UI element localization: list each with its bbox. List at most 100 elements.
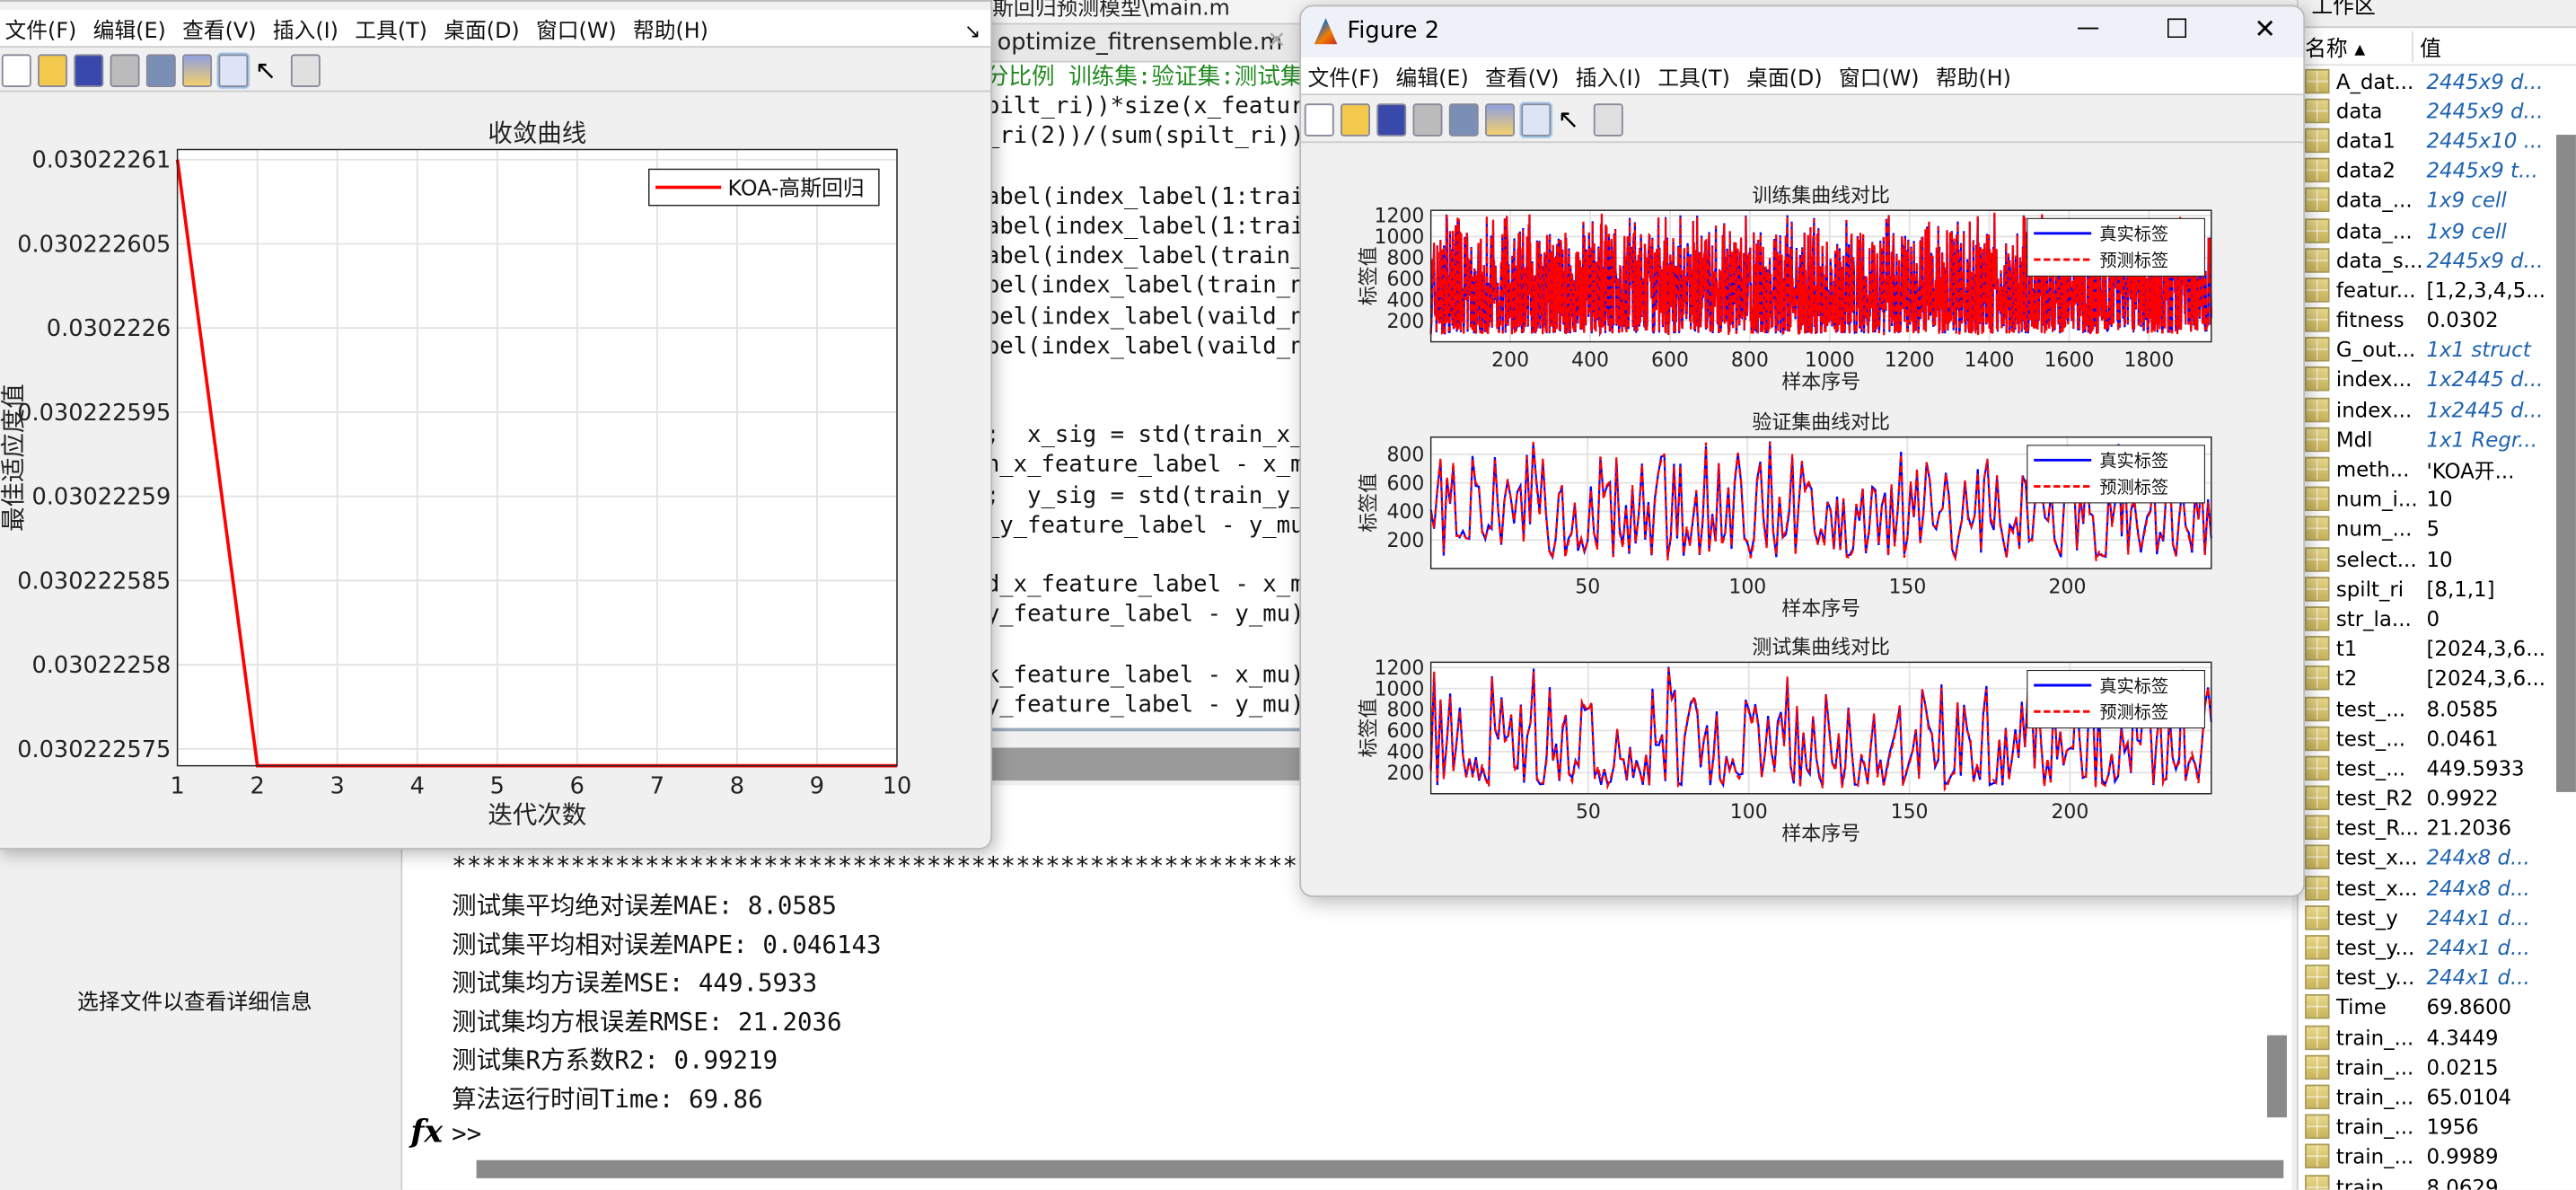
workspace-variable-row[interactable]: num_... 5 (2299, 514, 2576, 543)
workspace-variable-row[interactable]: meth... 'KOA开... (2299, 454, 2576, 484)
workspace-variable-row[interactable]: A_dat... 2445x9 d... (2299, 66, 2576, 95)
workspace-variable-row[interactable]: data_... 1x9 cell (2299, 185, 2576, 215)
x-tick-label: 1800 (2124, 349, 2175, 372)
variable-name: spilt_ri (2335, 576, 2405, 602)
workspace-title: 工作区 (2298, 0, 2576, 29)
column-header-name[interactable]: 名称 ▴ (2299, 30, 2413, 62)
menu-item[interactable]: 窗口(W) (536, 13, 617, 43)
command-prompt[interactable]: >> (452, 1119, 481, 1149)
variable-name: train_... (2335, 1084, 2414, 1109)
chart-title: 收敛曲线 (488, 119, 586, 147)
workspace-variable-row[interactable]: t1 [2024,3,6... (2299, 633, 2576, 663)
open-icon[interactable] (38, 54, 68, 87)
workspace-variable-row[interactable]: test_... 8.0585 (2299, 693, 2576, 723)
x-axis-label: 样本序号 (1781, 372, 1860, 394)
workspace-variable-row[interactable]: train_... 0.9989 (2299, 1142, 2576, 1171)
workspace-variable-row[interactable]: test_R... 21.2036 (2299, 813, 2576, 842)
legend-label-pred: 预测标签 (2099, 250, 2168, 270)
menu-item[interactable]: 桌面(D) (444, 13, 519, 43)
workspace-variable-row[interactable]: test_x... 244x8 d... (2299, 842, 2576, 872)
code-editor[interactable]: 分比例 训练集:验证集:测试集 pilt_ri))*size(x_feature_… (985, 62, 1306, 728)
workspace-variable-row[interactable]: data2 2445x9 t... (2299, 155, 2576, 185)
workspace-variable-row[interactable]: test_y 244x1 d... (2299, 903, 2576, 932)
workspace-variable-row[interactable]: test_y... 244x1 d... (2299, 932, 2576, 962)
dock-arrow-icon[interactable]: ↘ (964, 20, 980, 43)
console-line: 测试集均方根误差RMSE: 21.2036 (452, 1006, 842, 1036)
workspace-variable-row[interactable]: index... 1x2445 d... (2299, 394, 2576, 424)
workspace-variable-row[interactable]: test_... 449.5933 (2299, 754, 2576, 783)
workspace-variable-row[interactable]: data_... 1x9 cell (2299, 216, 2576, 245)
colorbar-icon[interactable] (182, 54, 213, 87)
workspace-variable-row[interactable]: test_R2 0.9922 (2299, 783, 2576, 813)
workspace-scrollbar[interactable] (2556, 135, 2576, 792)
y-tick-label: 1200 (1375, 206, 1425, 228)
variable-value: 1x1 struct (2426, 337, 2531, 363)
workspace-variable-row[interactable]: index... 1x2445 d... (2299, 365, 2576, 394)
workspace-variable-row[interactable]: G_out... 1x1 struct (2299, 335, 2576, 365)
fx-icon[interactable]: fx (410, 1115, 443, 1150)
workspace-variable-row[interactable]: select... 10 (2299, 544, 2576, 574)
variable-type-icon (2305, 815, 2330, 841)
y-tick-label: 0.030222605 (17, 231, 171, 258)
y-tick-label: 0.030222595 (17, 400, 171, 427)
legend-icon[interactable] (216, 52, 251, 89)
menu-item[interactable]: 帮助(H) (633, 13, 708, 43)
workspace-variable-row[interactable]: train_... 1956 (2299, 1112, 2576, 1142)
variable-type-icon (2305, 965, 2330, 990)
variable-value: 'KOA开... (2426, 458, 2515, 483)
workspace-variable-row[interactable]: t2 [2024,3,6... (2299, 664, 2576, 693)
menu-item[interactable]: 编辑(E) (93, 13, 166, 43)
variable-type-icon (2305, 606, 2330, 631)
console-horizontal-scrollbar[interactable] (476, 1159, 2284, 1178)
variable-name: test_... (2335, 755, 2406, 780)
x-tick-label: 100 (1730, 801, 1768, 824)
workspace-variable-row[interactable]: test_y... 244x1 d... (2299, 963, 2576, 992)
pointer-icon[interactable]: ↖ (255, 54, 285, 87)
editor-scrollbar[interactable] (985, 747, 1306, 781)
workspace-variable-row[interactable]: spilt_ri [8,1,1] (2299, 574, 2576, 604)
workspace-variable-row[interactable]: train_... 0.0215 (2299, 1052, 2576, 1081)
workspace-variable-row[interactable]: train_... 65.0104 (2299, 1082, 2576, 1112)
variable-type-icon (2305, 98, 2330, 123)
save-icon[interactable] (74, 54, 104, 87)
variable-name: featur... (2335, 278, 2416, 303)
column-header-value[interactable]: 值 (2413, 31, 2441, 61)
y-tick-label: 0.03022258 (31, 652, 171, 679)
editor-tab[interactable]: optimize_fitrensemble.m ✕ (985, 22, 1302, 63)
workspace-variable-row[interactable]: Time 69.8600 (2299, 992, 2576, 1022)
workspace-variable-row[interactable]: featur... [1,2,3,4,5... (2299, 275, 2576, 304)
new-figure-icon[interactable] (1, 54, 31, 87)
variable-value: 0 (2426, 606, 2440, 631)
variable-type-icon (2305, 845, 2330, 870)
link-icon[interactable] (145, 54, 176, 87)
variable-type-icon (2305, 1024, 2330, 1050)
workspace-variable-row[interactable]: test_... 0.0461 (2299, 723, 2576, 753)
workspace-variable-row[interactable]: Mdl 1x1 Regr... (2299, 425, 2576, 454)
workspace-variable-row[interactable]: data 2445x9 d... (2299, 95, 2576, 125)
code-line: bel(index_label(vaild_num (985, 332, 1306, 360)
workspace-variable-row[interactable]: str_la... 0 (2299, 604, 2576, 633)
variable-type-icon (2305, 695, 2330, 721)
workspace-variable-row[interactable]: data_s... 2445x9 d... (2299, 245, 2576, 275)
workspace-variable-row[interactable]: test_x... 244x8 d... (2299, 873, 2576, 903)
menu-item[interactable]: 插入(I) (273, 13, 338, 43)
y-tick-label: 0.030222575 (17, 736, 171, 763)
close-tab-icon[interactable]: ✕ (1267, 28, 1286, 54)
workspace-variable-row[interactable]: fitness 0.0302 (2299, 304, 2576, 334)
menu-item[interactable]: 文件(F) (4, 13, 76, 43)
workspace-variable-row[interactable]: data1 2445x10 ... (2299, 126, 2576, 155)
workspace-variable-row[interactable]: train_... 8.0629 (2299, 1171, 2576, 1190)
workspace-variable-row[interactable]: num_i... 10 (2299, 484, 2576, 514)
y-tick-label: 0.030222585 (17, 568, 171, 595)
property-inspector-icon[interactable] (290, 54, 321, 87)
menu-item[interactable]: 查看(V) (182, 13, 256, 43)
legend-label-pred: 预测标签 (2099, 477, 2168, 498)
print-icon[interactable] (110, 54, 140, 87)
variable-type-icon (2305, 366, 2330, 392)
console-vertical-scrollbar[interactable] (2266, 1035, 2287, 1118)
legend-label-true: 真实标签 (2099, 451, 2168, 472)
x-axis-label: 迭代次数 (488, 802, 586, 830)
workspace-variable-row[interactable]: train_... 4.3449 (2299, 1022, 2576, 1052)
variable-type-icon (2305, 337, 2330, 363)
menu-item[interactable]: 工具(T) (355, 13, 427, 43)
